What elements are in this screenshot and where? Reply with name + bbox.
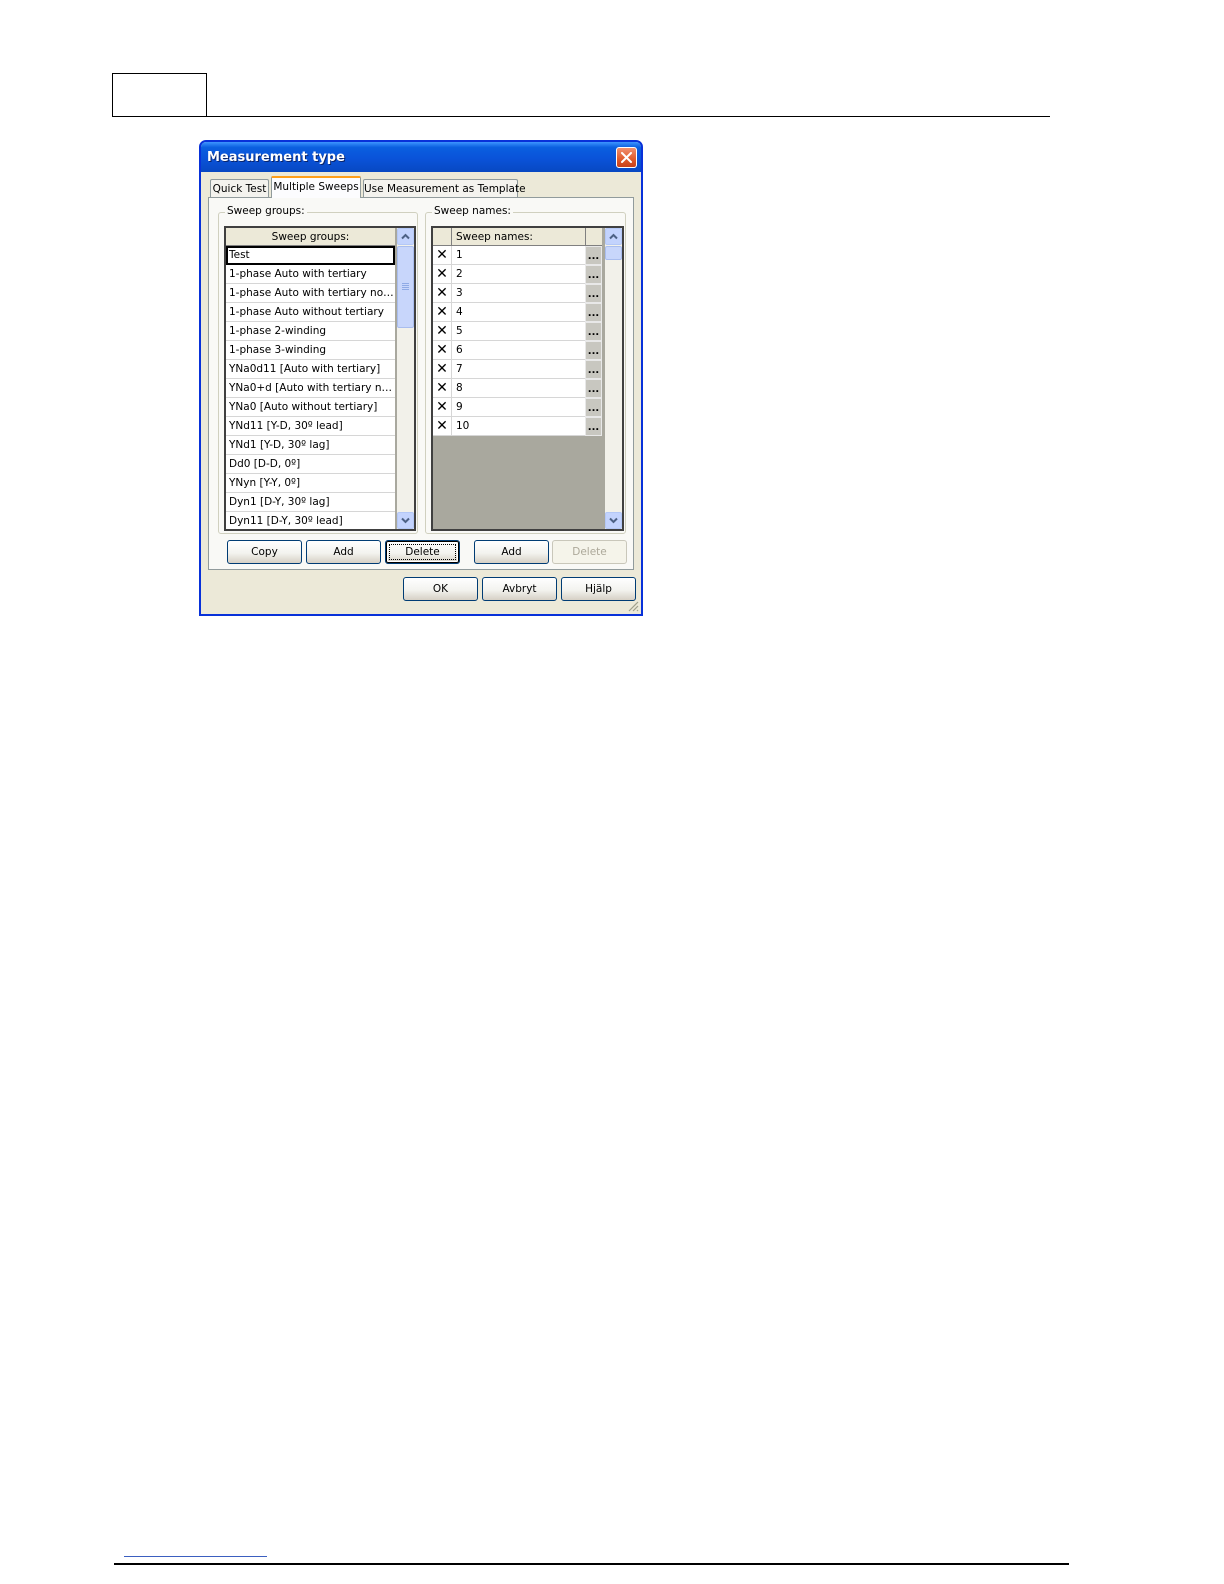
scroll-thumb[interactable] <box>605 246 622 260</box>
page-footer-link-underline <box>124 1556 267 1557</box>
sweep-name-row[interactable]: 3 <box>452 284 585 303</box>
sweep-group-row[interactable]: 1-phase Auto without tertiary <box>226 303 395 322</box>
sweep-groups-legend: Sweep groups: <box>225 205 307 217</box>
sweep-names-groupbox: Sweep names: Sweep names: ✕ 1 ... ✕ 2 ..… <box>425 205 626 534</box>
browse-button[interactable]: ... <box>585 322 602 341</box>
chevron-down-icon <box>609 517 618 524</box>
browse-button[interactable]: ... <box>585 398 602 417</box>
window-title: Measurement type <box>207 150 345 165</box>
sweep-group-row[interactable]: YNd11 [Y-D, 30º lead] <box>226 417 395 436</box>
sweep-name-row[interactable]: 8 <box>452 379 585 398</box>
sweep-name-row[interactable]: 1 <box>452 246 585 265</box>
sweep-name-row[interactable]: 2 <box>452 265 585 284</box>
sweep-group-row[interactable]: 1-phase Auto with tertiary not f... <box>226 284 395 303</box>
copy-button[interactable]: Copy <box>227 540 302 564</box>
delete-row-icon[interactable]: ✕ <box>433 265 452 284</box>
sweep-name-row[interactable]: 9 <box>452 398 585 417</box>
page-footer-rule <box>114 1563 1069 1565</box>
browse-button[interactable]: ... <box>585 246 602 265</box>
sweep-name-row[interactable]: 10 <box>452 417 585 436</box>
browse-button[interactable]: ... <box>585 379 602 398</box>
page-header-rule <box>112 116 1050 117</box>
chevron-up-icon <box>401 233 410 240</box>
delete-group-button[interactable]: Delete <box>385 540 460 564</box>
delete-row-icon[interactable]: ✕ <box>433 341 452 360</box>
page-header-box <box>112 73 207 117</box>
title-bar[interactable]: Measurement type <box>201 142 641 172</box>
browse-button[interactable]: ... <box>585 303 602 322</box>
chevron-up-icon <box>609 233 618 240</box>
sweep-group-row[interactable]: YNa0+d [Auto with tertiary not ... <box>226 379 395 398</box>
sweep-group-row[interactable]: Dyn11 [D-Y, 30º lead] <box>226 512 395 529</box>
close-button[interactable] <box>616 147 637 168</box>
browse-button[interactable]: ... <box>585 265 602 284</box>
delete-row-icon[interactable]: ✕ <box>433 398 452 417</box>
sweep-name-row[interactable]: 5 <box>452 322 585 341</box>
browse-column-header <box>585 228 602 246</box>
sweep-group-row[interactable]: YNa0 [Auto without tertiary] <box>226 398 395 417</box>
sweep-group-row[interactable]: YNa0d11 [Auto with tertiary] <box>226 360 395 379</box>
sweep-group-row-test[interactable]: Test <box>226 246 395 265</box>
browse-button[interactable]: ... <box>585 284 602 303</box>
multiple-sweeps-panel: Sweep groups: Sweep groups: Test 1-phase… <box>208 197 634 570</box>
delete-row-icon[interactable]: ✕ <box>433 246 452 265</box>
scroll-down-button[interactable] <box>605 512 622 529</box>
sweep-name-row[interactable]: 4 <box>452 303 585 322</box>
delete-row-icon[interactable]: ✕ <box>433 417 452 436</box>
scroll-up-button[interactable] <box>605 228 622 245</box>
delete-row-icon[interactable]: ✕ <box>433 360 452 379</box>
delete-row-icon[interactable]: ✕ <box>433 284 452 303</box>
delete-row-icon[interactable]: ✕ <box>433 379 452 398</box>
focus-ring <box>389 544 456 560</box>
sweep-names-column-header[interactable]: Sweep names: <box>452 228 585 246</box>
help-button[interactable]: Hjälp <box>561 577 636 601</box>
sweep-names-scrollbar[interactable] <box>605 228 622 529</box>
sweep-group-row[interactable]: 1-phase 3-winding <box>226 341 395 360</box>
sweep-groups-scrollbar[interactable] <box>397 228 414 529</box>
tab-quick-test[interactable]: Quick Test <box>210 179 269 198</box>
sweep-names-legend: Sweep names: <box>432 205 513 217</box>
close-icon <box>621 152 632 163</box>
resize-grip-icon[interactable] <box>627 600 639 612</box>
sweep-groups-column-header[interactable]: Sweep groups: <box>226 228 395 246</box>
delete-row-icon[interactable]: ✕ <box>433 322 452 341</box>
sweep-group-row[interactable]: 1-phase 2-winding <box>226 322 395 341</box>
scroll-thumb[interactable] <box>397 246 414 328</box>
delete-column-header <box>433 228 452 246</box>
ok-button[interactable]: OK <box>403 577 478 601</box>
measurement-type-dialog: Measurement type Quick Test Multiple Swe… <box>199 140 643 616</box>
sweep-group-row[interactable]: Dyn1 [D-Y, 30º lag] <box>226 493 395 512</box>
sweep-names-grid: Sweep names: ✕ 1 ... ✕ 2 ... ✕ 3 ... ✕ 4… <box>431 226 624 531</box>
sweep-group-row[interactable]: YNd1 [Y-D, 30º lag] <box>226 436 395 455</box>
add-group-button[interactable]: Add <box>306 540 381 564</box>
cancel-button[interactable]: Avbryt <box>482 577 557 601</box>
sweep-groups-groupbox: Sweep groups: Sweep groups: Test 1-phase… <box>218 205 418 534</box>
delete-name-button[interactable]: Delete <box>552 540 627 564</box>
tab-multiple-sweeps[interactable]: Multiple Sweeps <box>271 176 361 198</box>
sweep-group-row[interactable]: 1-phase Auto with tertiary <box>226 265 395 284</box>
browse-button[interactable]: ... <box>585 417 602 436</box>
scroll-down-button[interactable] <box>397 512 414 529</box>
delete-row-icon[interactable]: ✕ <box>433 303 452 322</box>
chevron-down-icon <box>401 517 410 524</box>
browse-button[interactable]: ... <box>585 360 602 379</box>
sweep-group-row[interactable]: YNyn [Y-Y, 0º] <box>226 474 395 493</box>
tab-use-measurement-as-template[interactable]: Use Measurement as Template <box>363 179 526 198</box>
scroll-up-button[interactable] <box>397 228 414 245</box>
browse-button[interactable]: ... <box>585 341 602 360</box>
sweep-name-row[interactable]: 7 <box>452 360 585 379</box>
sweep-group-row[interactable]: Dd0 [D-D, 0º] <box>226 455 395 474</box>
sweep-name-row[interactable]: 6 <box>452 341 585 360</box>
add-name-button[interactable]: Add <box>474 540 549 564</box>
sweep-groups-grid: Sweep groups: Test 1-phase Auto with ter… <box>224 226 416 531</box>
